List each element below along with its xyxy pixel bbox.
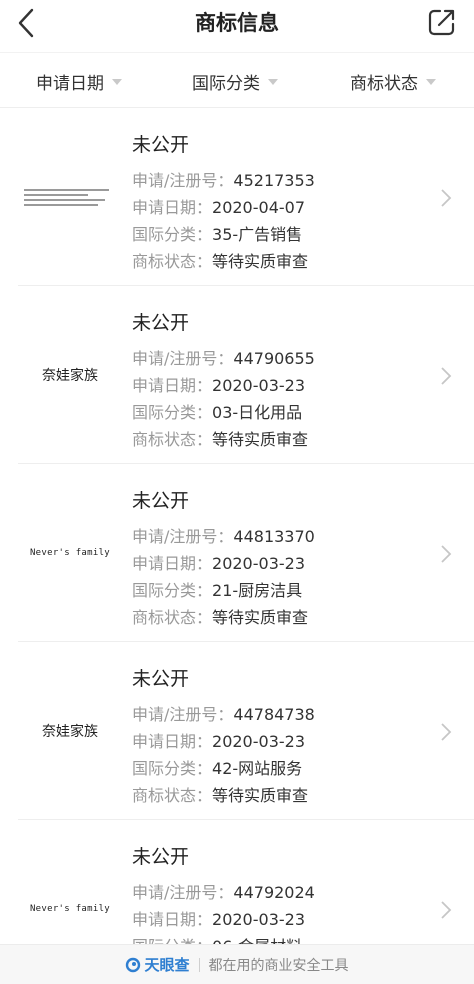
- apply-date-label: 申请日期：: [132, 198, 213, 217]
- apply-date-label: 申请日期：: [132, 376, 213, 395]
- reg-number-label: 申请/注册号：: [132, 705, 234, 724]
- brand-name: 天眼查: [144, 956, 190, 974]
- reg-number-row: 申请/注册号：44813370: [132, 523, 315, 547]
- footer-divider: [198, 957, 200, 972]
- trademark-logo: 奈娃家族: [18, 642, 122, 820]
- trademark-card[interactable]: 未公开 申请/注册号：45217353 申请日期：2020-04-07 国际分类…: [18, 108, 474, 286]
- brand-eye-icon: [126, 957, 141, 972]
- intl-class-row: 国际分类：21-厨房洁具: [132, 577, 302, 601]
- apply-date-value: 2020-03-23: [212, 376, 305, 395]
- apply-date-row: 申请日期：2020-03-23: [132, 550, 305, 574]
- share-icon[interactable]: [426, 6, 458, 38]
- trademark-state-label: 商标状态：: [132, 252, 213, 271]
- chevron-right-icon: [441, 189, 452, 207]
- page-title: 商标信息: [195, 11, 279, 35]
- reg-number-label: 申请/注册号：: [132, 883, 234, 902]
- filter-intl-class[interactable]: 国际分类: [192, 53, 278, 109]
- apply-date-value: 2020-04-07: [212, 198, 305, 217]
- filter-apply-date-label: 申请日期: [36, 73, 104, 94]
- intl-class-row: 国际分类：03-日化用品: [132, 399, 302, 423]
- reg-number-row: 申请/注册号：44790655: [132, 345, 315, 369]
- trademark-state-label: 商标状态：: [132, 430, 213, 449]
- reg-number-value: 44792024: [233, 883, 315, 902]
- chevron-right-icon: [441, 367, 452, 385]
- trademark-state-value: 等待实质审查: [212, 430, 309, 449]
- trademark-state-label: 商标状态：: [132, 786, 213, 805]
- footer-slogan: 都在用的商业安全工具: [208, 957, 349, 974]
- trademark-state-value: 等待实质审查: [212, 608, 309, 627]
- trademark-logo-text: Never's family: [29, 548, 111, 558]
- apply-date-value: 2020-03-23: [212, 554, 305, 573]
- trademark-state-row: 商标状态：等待实质审查: [132, 426, 308, 450]
- trademark-state-value: 等待实质审查: [212, 252, 309, 271]
- intl-class-row: 国际分类：35-广告销售: [132, 221, 302, 245]
- trademark-status-title: 未公开: [132, 134, 190, 156]
- reg-number-row: 申请/注册号：45217353: [132, 167, 315, 191]
- apply-date-label: 申请日期：: [132, 732, 213, 751]
- filter-apply-date[interactable]: 申请日期: [36, 53, 122, 109]
- trademark-state-row: 商标状态：等待实质审查: [132, 782, 308, 806]
- intl-class-row: 国际分类：42-网站服务: [132, 755, 302, 779]
- reg-number-label: 申请/注册号：: [132, 349, 234, 368]
- apply-date-row: 申请日期：2020-03-23: [132, 372, 305, 396]
- apply-date-row: 申请日期：2020-04-07: [132, 194, 305, 218]
- apply-date-value: 2020-03-23: [212, 732, 305, 751]
- chevron-right-icon: [441, 723, 452, 741]
- trademark-logo-text: Never's family: [29, 904, 111, 914]
- intl-class-value: 21-厨房洁具: [212, 581, 303, 600]
- trademark-status-title: 未公开: [132, 490, 190, 512]
- filter-trademark-status-label: 商标状态: [350, 73, 418, 94]
- intl-class-value: 03-日化用品: [212, 403, 303, 422]
- trademark-logo: Never's family: [18, 464, 122, 642]
- reg-number-row: 申请/注册号：44784738: [132, 701, 315, 725]
- intl-class-label: 国际分类：: [132, 403, 213, 422]
- trademark-list: 未公开 申请/注册号：45217353 申请日期：2020-04-07 国际分类…: [0, 108, 474, 984]
- apply-date-row: 申请日期：2020-03-23: [132, 728, 305, 752]
- filter-bar: 申请日期 国际分类 商标状态: [0, 52, 474, 108]
- trademark-logo-text: 奈娃家族: [42, 724, 98, 740]
- trademark-state-label: 商标状态：: [132, 608, 213, 627]
- trademark-status-title: 未公开: [132, 312, 190, 334]
- reg-number-value: 44790655: [233, 349, 315, 368]
- caret-down-icon: [268, 79, 278, 85]
- trademark-status-title: 未公开: [132, 846, 190, 868]
- trademark-logo-image: [24, 186, 116, 209]
- trademark-card[interactable]: 奈娃家族 未公开 申请/注册号：44784738 申请日期：2020-03-23…: [18, 642, 474, 820]
- trademark-state-row: 商标状态：等待实质审查: [132, 604, 308, 628]
- reg-number-value: 44813370: [233, 527, 315, 546]
- trademark-state-value: 等待实质审查: [212, 786, 309, 805]
- brand-logo: 天眼查: [125, 954, 190, 975]
- filter-trademark-status[interactable]: 商标状态: [350, 53, 436, 109]
- apply-date-label: 申请日期：: [132, 910, 213, 929]
- apply-date-row: 申请日期：2020-03-23: [132, 906, 305, 930]
- caret-down-icon: [426, 79, 436, 85]
- trademark-status-title: 未公开: [132, 668, 190, 690]
- intl-class-label: 国际分类：: [132, 759, 213, 778]
- apply-date-value: 2020-03-23: [212, 910, 305, 929]
- reg-number-label: 申请/注册号：: [132, 171, 234, 190]
- trademark-logo: [18, 108, 122, 286]
- footer-bar: 天眼查 都在用的商业安全工具: [0, 944, 474, 984]
- intl-class-value: 42-网站服务: [212, 759, 303, 778]
- chevron-right-icon: [441, 901, 452, 919]
- reg-number-value: 45217353: [233, 171, 315, 190]
- apply-date-label: 申请日期：: [132, 554, 213, 573]
- intl-class-label: 国际分类：: [132, 225, 213, 244]
- trademark-state-row: 商标状态：等待实质审查: [132, 248, 308, 272]
- intl-class-value: 35-广告销售: [212, 225, 303, 244]
- caret-down-icon: [112, 79, 122, 85]
- trademark-logo: 奈娃家族: [18, 286, 122, 464]
- header: 商标信息: [0, 0, 474, 48]
- reg-number-value: 44784738: [233, 705, 315, 724]
- trademark-card[interactable]: 奈娃家族 未公开 申请/注册号：44790655 申请日期：2020-03-23…: [18, 286, 474, 464]
- reg-number-label: 申请/注册号：: [132, 527, 234, 546]
- filter-intl-class-label: 国际分类: [192, 73, 260, 94]
- reg-number-row: 申请/注册号：44792024: [132, 879, 315, 903]
- trademark-logo-text: 奈娃家族: [42, 368, 98, 384]
- trademark-card[interactable]: Never's family 未公开 申请/注册号：44813370 申请日期：…: [18, 464, 474, 642]
- intl-class-label: 国际分类：: [132, 581, 213, 600]
- chevron-right-icon: [441, 545, 452, 563]
